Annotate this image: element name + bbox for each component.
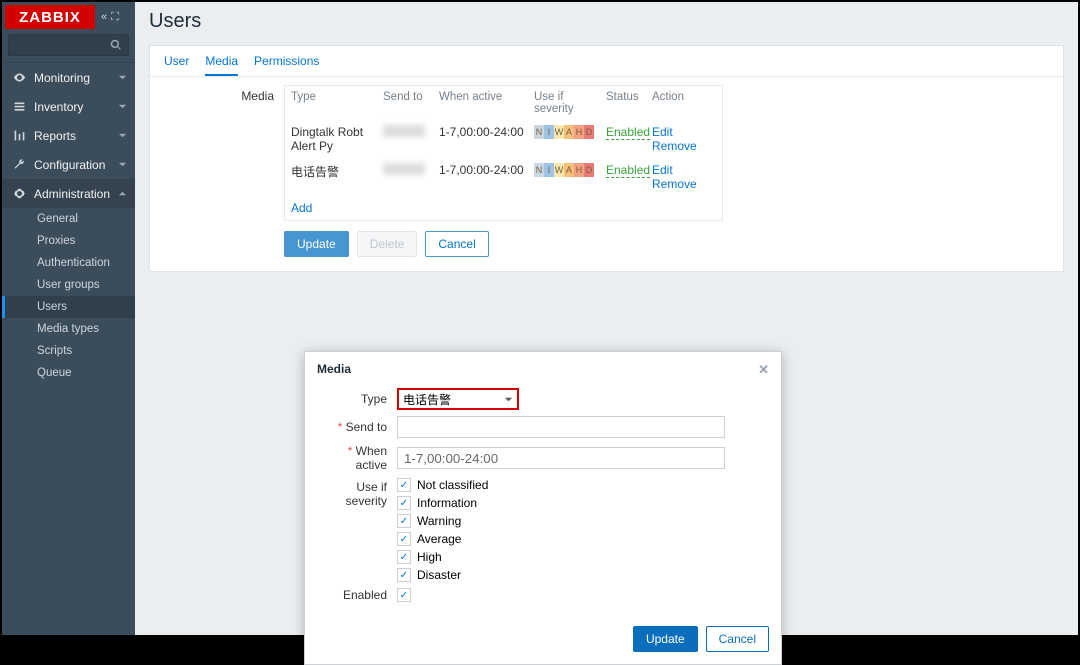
when-active-input[interactable]: [397, 447, 725, 469]
update-button[interactable]: Update: [284, 231, 349, 257]
label-type: Type: [317, 392, 397, 406]
cell-sev: NIWAHD: [528, 120, 600, 158]
chart-icon: [13, 129, 26, 142]
app-frame: ZABBIX « ⛶ Monitoring Inventory Reports: [2, 2, 1078, 635]
remove-link[interactable]: Remove: [652, 139, 697, 153]
sub-proxies[interactable]: Proxies: [2, 230, 135, 252]
brand-logo[interactable]: ZABBIX: [5, 5, 95, 29]
cell-when: 1-7,00:00-24:00: [433, 158, 528, 196]
media-modal: Media ✕ Type 电话告警 Send to When active Us…: [304, 351, 782, 665]
edit-link[interactable]: Edit: [652, 125, 673, 139]
sub-authentication[interactable]: Authentication: [2, 252, 135, 274]
type-select[interactable]: 电话告警: [397, 388, 519, 410]
chk-not-classified[interactable]: ✓: [397, 478, 411, 492]
search-icon: [110, 39, 122, 51]
nav-label: Administration: [34, 187, 110, 201]
logo-row: ZABBIX « ⛶: [2, 2, 135, 32]
send-to-input[interactable]: [397, 416, 725, 438]
th-when: When active: [433, 86, 528, 120]
type-select-value: 电话告警: [403, 391, 451, 408]
page-title: Users: [135, 2, 1078, 45]
chk-disaster[interactable]: ✓: [397, 568, 411, 582]
sub-queue[interactable]: Queue: [2, 362, 135, 384]
modal-title: Media: [317, 362, 351, 378]
sev-label: Warning: [417, 514, 461, 528]
th-type: Type: [285, 86, 377, 120]
status-toggle[interactable]: Enabled: [606, 163, 650, 178]
chevron-up-icon: [118, 189, 127, 198]
search-input[interactable]: [8, 34, 129, 56]
nav-label: Reports: [34, 129, 76, 143]
nav-label: Monitoring: [34, 71, 90, 85]
table-row: Dingtalk Robt Alert Py 1-7,00:00-24:00 N…: [285, 120, 722, 158]
cell-send: [377, 158, 433, 196]
delete-button: Delete: [357, 231, 418, 257]
th-status: Status: [600, 86, 646, 120]
label-enabled: Enabled: [317, 588, 397, 602]
sub-media-types[interactable]: Media types: [2, 318, 135, 340]
sev-label: Information: [417, 496, 477, 510]
cell-sev: NIWAHD: [528, 158, 600, 196]
nav-label: Configuration: [34, 158, 105, 172]
tabs: User Media Permissions: [150, 46, 1063, 77]
chevron-down-icon: [118, 131, 127, 140]
chk-high[interactable]: ✓: [397, 550, 411, 564]
list-icon: [13, 100, 26, 113]
tab-media[interactable]: Media: [205, 54, 238, 76]
status-toggle[interactable]: Enabled: [606, 125, 650, 140]
media-section-label: Media: [164, 85, 284, 257]
sev-label: Not classified: [417, 478, 488, 492]
label-use-if-severity: Use if severity: [317, 478, 397, 508]
collapse-icon[interactable]: «: [101, 11, 107, 24]
close-icon[interactable]: ✕: [758, 362, 769, 378]
sidebar: ZABBIX « ⛶ Monitoring Inventory Reports: [2, 2, 135, 635]
content-card: User Media Permissions Media Type Send t…: [149, 45, 1064, 272]
chk-information[interactable]: ✓: [397, 496, 411, 510]
sub-scripts[interactable]: Scripts: [2, 340, 135, 362]
sub-users[interactable]: Users: [2, 296, 135, 318]
nav-inventory[interactable]: Inventory: [2, 92, 135, 121]
chk-warning[interactable]: ✓: [397, 514, 411, 528]
nav-configuration[interactable]: Configuration: [2, 150, 135, 179]
th-action: Action: [646, 86, 722, 120]
table-row: 电话告警 1-7,00:00-24:00 NIWAHD Enabled Edit…: [285, 158, 722, 196]
nav-monitoring[interactable]: Monitoring: [2, 63, 135, 92]
modal-cancel-button[interactable]: Cancel: [706, 626, 769, 652]
cancel-button[interactable]: Cancel: [425, 231, 488, 257]
cell-type: 电话告警: [285, 158, 377, 196]
admin-submenu: General Proxies Authentication User grou…: [2, 208, 135, 384]
wrench-icon: [13, 158, 26, 171]
remove-link[interactable]: Remove: [652, 177, 697, 191]
nav-reports[interactable]: Reports: [2, 121, 135, 150]
cell-when: 1-7,00:00-24:00: [433, 120, 528, 158]
gear-icon: [13, 187, 26, 200]
nav-label: Inventory: [34, 100, 83, 114]
edit-link[interactable]: Edit: [652, 163, 673, 177]
cell-send: [377, 120, 433, 158]
kiosk-icon[interactable]: ⛶: [111, 11, 119, 24]
label-when-active: When active: [317, 444, 397, 472]
sev-label: High: [417, 550, 442, 564]
sub-user-groups[interactable]: User groups: [2, 274, 135, 296]
chk-enabled[interactable]: ✓: [397, 588, 411, 602]
cell-type: Dingtalk Robt Alert Py: [285, 120, 377, 158]
chevron-down-icon: [118, 160, 127, 169]
modal-update-button[interactable]: Update: [633, 626, 698, 652]
chk-average[interactable]: ✓: [397, 532, 411, 546]
add-media-link[interactable]: Add: [285, 196, 318, 220]
label-send-to: Send to: [317, 420, 397, 434]
chevron-down-icon: [118, 73, 127, 82]
tab-permissions[interactable]: Permissions: [254, 54, 319, 76]
sev-label: Average: [417, 532, 461, 546]
th-sev: Use if severity: [528, 86, 600, 120]
nav-administration[interactable]: Administration: [2, 179, 135, 208]
th-send: Send to: [377, 86, 433, 120]
sub-general[interactable]: General: [2, 208, 135, 230]
tab-user[interactable]: User: [164, 54, 189, 76]
chevron-down-icon: [118, 102, 127, 111]
media-table: Type Send to When active Use if severity…: [284, 85, 723, 221]
chevron-down-icon: [504, 395, 513, 404]
sev-label: Disaster: [417, 568, 461, 582]
eye-icon: [13, 71, 26, 84]
